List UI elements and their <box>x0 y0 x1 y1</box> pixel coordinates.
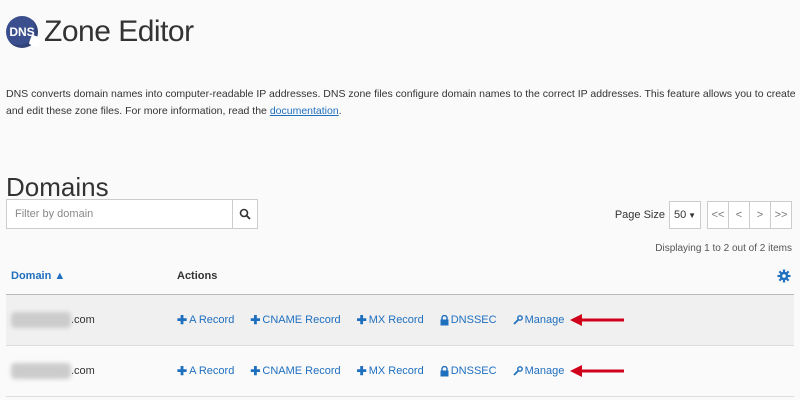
prev-page-button[interactable]: < <box>729 202 750 228</box>
table-header: Domain ▲ Actions <box>6 258 794 295</box>
plus-icon: ✚ <box>177 364 188 378</box>
dnssec-link[interactable]: DNSSEC <box>440 314 497 326</box>
mx-record-label: MX Record <box>368 314 424 326</box>
plus-icon: ✚ <box>356 364 367 378</box>
manage-label: Manage <box>524 314 565 326</box>
cname-record-label: CNAME Record <box>262 365 341 377</box>
pagination: Page Size 50 ▼ << < > >> <box>615 199 792 231</box>
dnssec-label: DNSSEC <box>450 365 497 377</box>
plus-icon: ✚ <box>356 313 367 327</box>
description-end: . <box>338 105 342 117</box>
actions-column-header: Actions <box>177 270 218 282</box>
first-page-button[interactable]: << <box>708 202 729 228</box>
documentation-link[interactable]: documentation <box>270 105 339 117</box>
domain-column-header[interactable]: Domain ▲ <box>6 270 177 282</box>
wrench-icon <box>512 366 523 376</box>
page-size-label: Page Size <box>614 209 665 221</box>
tag-icon <box>28 34 42 48</box>
dnssec-label: DNSSEC <box>450 314 497 326</box>
manage-link[interactable]: Manage <box>512 365 565 377</box>
plus-icon: ✚ <box>250 313 261 327</box>
table-row: .com ✚ A Record ✚ CNAME Record ✚ MX Record … <box>6 346 794 397</box>
red-arrow-icon <box>570 365 626 377</box>
gear-icon <box>777 269 791 283</box>
domain-suffix: .com <box>71 365 95 377</box>
page-size-value: 50 <box>674 209 687 221</box>
dropdown-caret-icon: ▼ <box>688 210 696 220</box>
search-icon <box>239 208 251 220</box>
lock-icon <box>440 314 449 325</box>
last-page-button[interactable]: >> <box>771 202 791 228</box>
search-input[interactable] <box>7 200 232 228</box>
plus-icon: ✚ <box>177 313 188 327</box>
red-arrow-icon <box>570 314 626 326</box>
add-mx-record-link[interactable]: ✚ MX Record <box>357 364 424 378</box>
domain-suffix: .com <box>71 314 95 326</box>
table-row: .com ✚ A Record ✚ CNAME Record ✚ MX Record … <box>6 295 794 346</box>
domain-cell: .com <box>6 363 177 379</box>
page-title: Zone Editor <box>44 15 194 48</box>
table-settings-button[interactable] <box>774 269 794 283</box>
dnssec-link[interactable]: DNSSEC <box>440 365 497 377</box>
domain-cell: .com <box>6 312 177 328</box>
page-description: DNS converts domain names into computer-… <box>6 86 796 120</box>
lock-icon <box>440 365 449 376</box>
add-cname-record-link[interactable]: ✚ CNAME Record <box>250 313 340 327</box>
add-mx-record-link[interactable]: ✚ MX Record <box>357 313 424 327</box>
add-a-record-link[interactable]: ✚ A Record <box>177 313 234 327</box>
section-title: Domains <box>6 171 109 202</box>
description-text: DNS converts domain names into computer-… <box>6 88 796 117</box>
cname-record-label: CNAME Record <box>262 314 341 326</box>
plus-icon: ✚ <box>250 364 261 378</box>
mx-record-label: MX Record <box>368 365 424 377</box>
search-button[interactable] <box>232 200 257 228</box>
page-header: DNS Zone Editor <box>6 8 194 56</box>
wrench-icon <box>512 315 523 325</box>
add-a-record-link[interactable]: ✚ A Record <box>177 364 234 378</box>
display-count: Displaying 1 to 2 out of 2 items <box>655 243 792 254</box>
redacted-domain <box>11 363 71 379</box>
manage-label: Manage <box>524 365 565 377</box>
row-actions: ✚ A Record ✚ CNAME Record ✚ MX Record DNSSE… <box>177 364 626 378</box>
a-record-label: A Record <box>189 365 235 377</box>
next-page-button[interactable]: > <box>750 202 771 228</box>
dns-logo: DNS <box>6 16 42 48</box>
page-size-select[interactable]: 50 ▼ <box>669 201 701 229</box>
manage-link[interactable]: Manage <box>512 314 565 326</box>
pager-nav: << < > >> <box>707 201 792 229</box>
search-box <box>6 199 258 229</box>
add-cname-record-link[interactable]: ✚ CNAME Record <box>250 364 340 378</box>
row-actions: ✚ A Record ✚ CNAME Record ✚ MX Record DNSSE… <box>177 313 626 327</box>
redacted-domain <box>11 312 71 328</box>
a-record-label: A Record <box>189 314 235 326</box>
